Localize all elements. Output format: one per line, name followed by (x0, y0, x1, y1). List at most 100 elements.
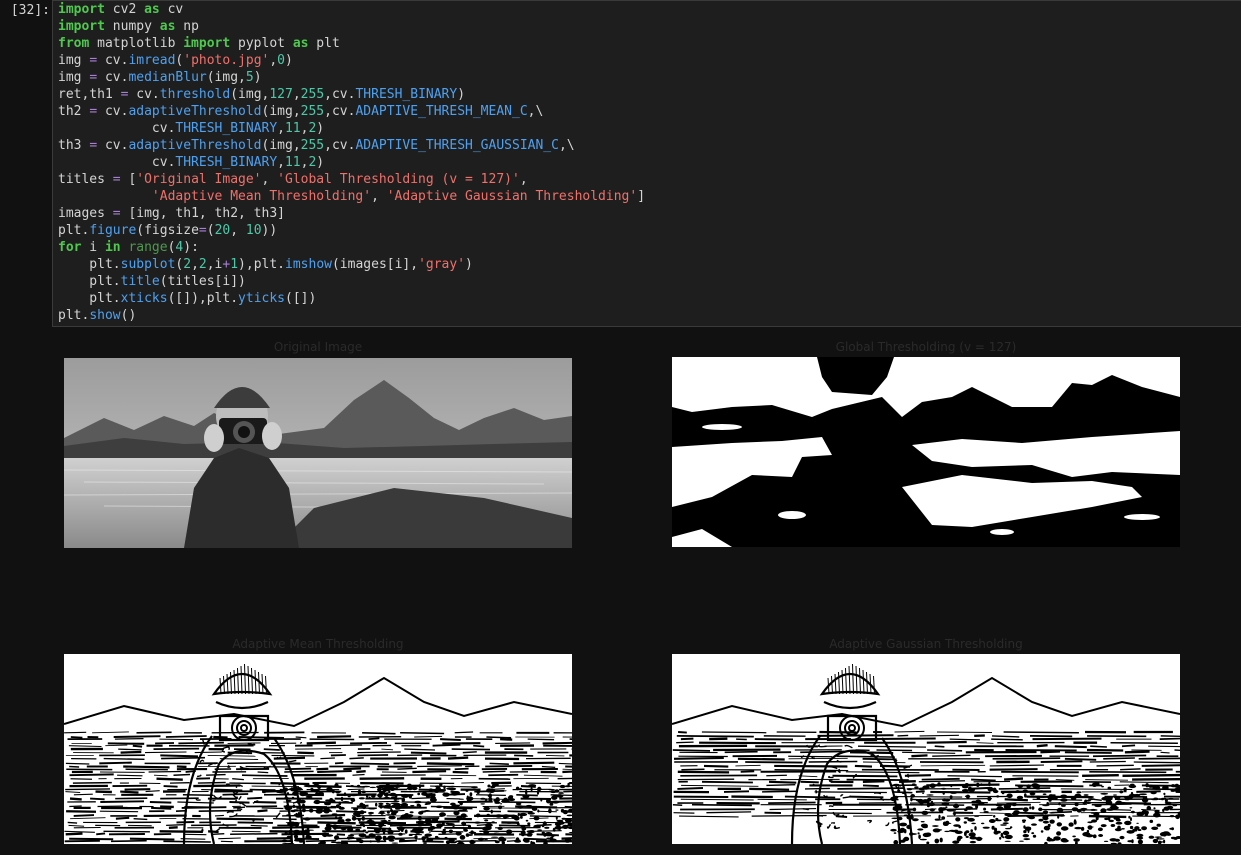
code-token: in (104, 240, 121, 255)
code-line: plt.xticks([]),plt.yticks([]) (58, 291, 316, 306)
code-token: 'photo.jpg' (183, 53, 270, 68)
code-token: plt. (58, 274, 121, 289)
code-token: cv. (97, 70, 129, 85)
code-token: cv. (128, 87, 160, 102)
code-token: import (58, 19, 105, 34)
code-token: = (198, 223, 207, 238)
code-token: import (183, 36, 231, 51)
code-token: 'Adaptive Gaussian Thresholding' (386, 189, 638, 204)
code-token: threshold (159, 87, 231, 102)
code-editor[interactable]: import cv2 as cv import numpy as np from… (58, 1, 645, 324)
code-token: import (58, 2, 105, 17)
code-token: images (58, 206, 113, 221)
code-token: 11 (284, 155, 301, 170)
code-token: ( (206, 223, 215, 238)
photo-adaptive-mean-icon (64, 654, 572, 844)
code-token: title (120, 274, 160, 289)
code-token: ] (637, 189, 646, 204)
code-token: ) (253, 70, 262, 85)
code-token: th3 (58, 138, 90, 153)
code-token: (figsize (136, 223, 199, 238)
code-token: imshow (285, 257, 332, 272)
code-token: = (112, 206, 121, 221)
code-token: THRESH_BINARY (175, 121, 278, 136)
code-token: ): (183, 240, 199, 255)
code-token: [img, th1, th2, th3] (120, 206, 285, 221)
code-token: 5 (245, 70, 254, 85)
code-token: ,cv. (324, 104, 356, 119)
code-token: ) (316, 155, 325, 170)
code-token: (titles[i]) (159, 274, 246, 289)
code-token: 20 (214, 223, 231, 238)
code-token: 255 (300, 87, 325, 102)
code-token: for (58, 240, 82, 255)
code-token: ,\ (527, 104, 544, 119)
code-token: cv2 (104, 2, 145, 17)
cell-prompt: [32]: (10, 3, 50, 18)
code-token: th2 (58, 104, 90, 119)
code-token: = (112, 172, 121, 187)
code-line: import cv2 as cv (58, 2, 183, 17)
code-token: cv. (97, 104, 129, 119)
code-token: img (58, 53, 90, 68)
code-token: titles (58, 172, 113, 187)
code-line: img = cv.medianBlur(img,5) (58, 70, 262, 85)
panel-title-original: Original Image (273, 340, 363, 354)
code-line: plt.subplot(2,2,i+1),plt.imshow(images[i… (58, 257, 473, 272)
code-token: plt. (58, 308, 90, 323)
code-token: ,cv. (324, 87, 356, 102)
code-cell-input[interactable]: import cv2 as cv import numpy as np from… (52, 0, 1241, 327)
code-line: from matplotlib import pyplot as plt (58, 36, 340, 51)
code-token: (img, (261, 104, 301, 119)
code-token: ,i (206, 257, 223, 272)
code-line: img = cv.imread('photo.jpg',0) (58, 53, 293, 68)
code-token: (img, (206, 70, 246, 85)
code-line: 'Adaptive Mean Thresholding', 'Adaptive … (58, 189, 645, 204)
panel-title-global: Global Thresholding (v = 127) (835, 340, 1017, 354)
code-token: as (159, 19, 176, 34)
code-token: )) (261, 223, 278, 238)
code-token: ADAPTIVE_THRESH_MEAN_C (355, 104, 528, 119)
code-token: THRESH_BINARY (355, 87, 458, 102)
code-token: matplotlib (89, 36, 184, 51)
code-token: ) (285, 53, 293, 68)
code-token: ) (457, 87, 466, 102)
code-token: 'gray' (418, 257, 466, 272)
code-line: cv.THRESH_BINARY,11,2) (58, 121, 324, 136)
code-line: images = [img, th1, th2, th3] (58, 206, 285, 221)
code-token: (img, (230, 87, 270, 102)
code-token: ([]),plt. (167, 291, 239, 306)
code-token: plt. (58, 257, 121, 272)
code-token: medianBlur (128, 70, 207, 85)
code-token: as (144, 2, 160, 17)
code-token: 11 (284, 121, 301, 136)
panel-title-adaptive-gaussian: Adaptive Gaussian Thresholding (829, 637, 1023, 651)
code-token: , (292, 87, 301, 102)
code-token: ) (465, 257, 473, 272)
code-token: range (128, 240, 168, 255)
code-token: numpy (104, 19, 160, 34)
code-token: ret,th1 (58, 87, 121, 102)
cell-output: Original Image Global Thresholding (v = … (52, 327, 1241, 855)
code-token: plt. (58, 291, 121, 306)
photo-adaptive-gaussian-icon (672, 654, 1180, 844)
code-line: th2 = cv.adaptiveThreshold(img,255,cv.AD… (58, 104, 543, 119)
code-line: titles = ['Original Image', 'Global Thre… (58, 172, 528, 187)
code-token: THRESH_BINARY (175, 155, 278, 170)
code-token: show (89, 308, 121, 323)
code-token: i (81, 240, 105, 255)
code-token: yticks (238, 291, 286, 306)
code-token: adaptiveThreshold (128, 104, 262, 119)
panel-title-adaptive-mean: Adaptive Mean Thresholding (232, 637, 404, 651)
code-token: cv. (97, 138, 129, 153)
photo-original-icon (64, 358, 572, 548)
code-token: , (519, 172, 528, 187)
code-token: imread (128, 53, 176, 68)
code-token: () (120, 308, 137, 323)
code-token: cv (159, 2, 184, 17)
code-token: = (89, 70, 98, 85)
code-token: ),plt. (238, 257, 286, 272)
code-token: , (371, 189, 387, 204)
code-token: = (89, 104, 98, 119)
